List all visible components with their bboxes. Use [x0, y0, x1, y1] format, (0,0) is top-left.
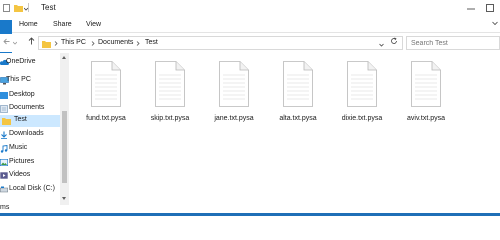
- crumb-separator-icon[interactable]: [91, 41, 95, 48]
- file-item[interactable]: skip.txt.pysa: [138, 57, 202, 127]
- nav-item-downloads[interactable]: Downloads: [0, 129, 60, 141]
- nav-item-videos[interactable]: Videos: [0, 170, 60, 182]
- drive-icon: [0, 186, 8, 195]
- navigation-pane: OneDrive This PC Desktop Documents Test …: [0, 53, 70, 205]
- tab-view[interactable]: View: [81, 16, 106, 33]
- documents-icon: [0, 105, 8, 115]
- crumb-separator-icon[interactable]: [54, 41, 58, 48]
- text-file-icon: [347, 61, 377, 109]
- text-file-icon: [411, 61, 441, 109]
- pictures-icon: [0, 159, 9, 168]
- nav-item-label: Downloads: [9, 130, 44, 137]
- nav-item-this-pc[interactable]: This PC: [0, 75, 60, 87]
- nav-item-label: Desktop: [9, 91, 35, 98]
- title-bar: Test: [0, 0, 500, 16]
- ribbon: Home Share View: [0, 16, 500, 90]
- nav-item-test[interactable]: Test: [0, 115, 60, 127]
- file-name: alta.txt.pysa: [279, 115, 317, 122]
- status-bar: ms: [0, 204, 500, 213]
- address-bar-row: This PC Documents Test: [0, 34, 500, 52]
- downloads-icon: [0, 131, 8, 141]
- file-explorer-icon: [3, 4, 10, 14]
- breadcrumb-test[interactable]: Test: [145, 39, 158, 46]
- address-bar[interactable]: This PC Documents Test: [38, 36, 403, 50]
- file-name: jane.txt.pysa: [214, 115, 254, 122]
- tab-share[interactable]: Share: [48, 16, 77, 33]
- crumb-separator-icon[interactable]: [136, 41, 140, 48]
- file-name: dixie.txt.pysa: [341, 115, 383, 122]
- nav-item-label: Pictures: [9, 158, 35, 165]
- folder-location-icon: [42, 40, 51, 50]
- nav-item-label: OneDrive: [6, 58, 36, 65]
- scroll-down-icon[interactable]: [62, 197, 66, 200]
- nav-item-label: Music: [9, 144, 28, 151]
- file-item[interactable]: alta.txt.pysa: [266, 57, 330, 127]
- breadcrumb-this-pc[interactable]: This PC: [61, 39, 86, 46]
- folder-icon: [2, 117, 11, 127]
- nav-item-label: Videos: [9, 171, 31, 178]
- title-divider: [28, 3, 29, 12]
- address-dropdown-icon[interactable]: [379, 42, 384, 49]
- breadcrumb-documents[interactable]: Documents: [98, 39, 133, 46]
- nav-item-label: Documents: [9, 104, 45, 111]
- quick-access-folder-icon[interactable]: [14, 4, 23, 14]
- file-name: skip.txt.pysa: [150, 115, 190, 122]
- music-icon: [0, 144, 8, 155]
- scrollbar-thumb[interactable]: [62, 111, 67, 183]
- text-file-icon: [155, 61, 185, 109]
- nav-item-pictures[interactable]: Pictures: [0, 157, 60, 169]
- file-item[interactable]: fund.txt.pysa: [74, 57, 138, 127]
- tab-home[interactable]: Home: [14, 16, 43, 33]
- taskbar-edge: [0, 213, 500, 216]
- nav-item-label: This PC: [6, 76, 31, 83]
- file-name: aviv.txt.pysa: [407, 115, 445, 122]
- file-item[interactable]: jane.txt.pysa: [202, 57, 266, 127]
- desktop-icon: [0, 92, 8, 101]
- expand-ribbon-icon[interactable]: [492, 21, 498, 28]
- maximize-icon[interactable]: [485, 3, 495, 13]
- nav-item-label: Local Disk (C:): [9, 185, 55, 192]
- text-file-icon: [91, 61, 121, 109]
- nav-scrollbar[interactable]: [60, 53, 69, 205]
- up-arrow-icon[interactable]: [28, 37, 35, 47]
- videos-icon: [0, 172, 8, 181]
- scroll-up-icon[interactable]: [62, 56, 66, 59]
- file-name: fund.txt.pysa: [86, 115, 126, 122]
- search-box[interactable]: [406, 36, 500, 50]
- nav-item-music[interactable]: Music: [0, 143, 60, 155]
- nav-item-documents[interactable]: Documents: [0, 103, 60, 115]
- window-title: Test: [41, 3, 56, 12]
- back-icon[interactable]: [3, 38, 10, 47]
- search-input[interactable]: [411, 38, 489, 49]
- refresh-icon[interactable]: [390, 37, 398, 47]
- nav-item-label: Test: [14, 116, 27, 123]
- nav-item-onedrive[interactable]: OneDrive: [0, 57, 60, 69]
- file-list: fund.txt.pysa skip.txt.pysa jane.txt.pys…: [72, 53, 500, 205]
- text-file-icon: [219, 61, 249, 109]
- minimize-icon[interactable]: [466, 3, 476, 13]
- status-text: ms: [0, 204, 10, 211]
- nav-item-local-disk[interactable]: Local Disk (C:): [0, 184, 60, 196]
- recent-locations-icon[interactable]: [12, 40, 18, 47]
- file-item[interactable]: dixie.txt.pysa: [330, 57, 394, 127]
- text-file-icon: [283, 61, 313, 109]
- file-item[interactable]: aviv.txt.pysa: [394, 57, 458, 127]
- nav-item-desktop[interactable]: Desktop: [0, 90, 60, 102]
